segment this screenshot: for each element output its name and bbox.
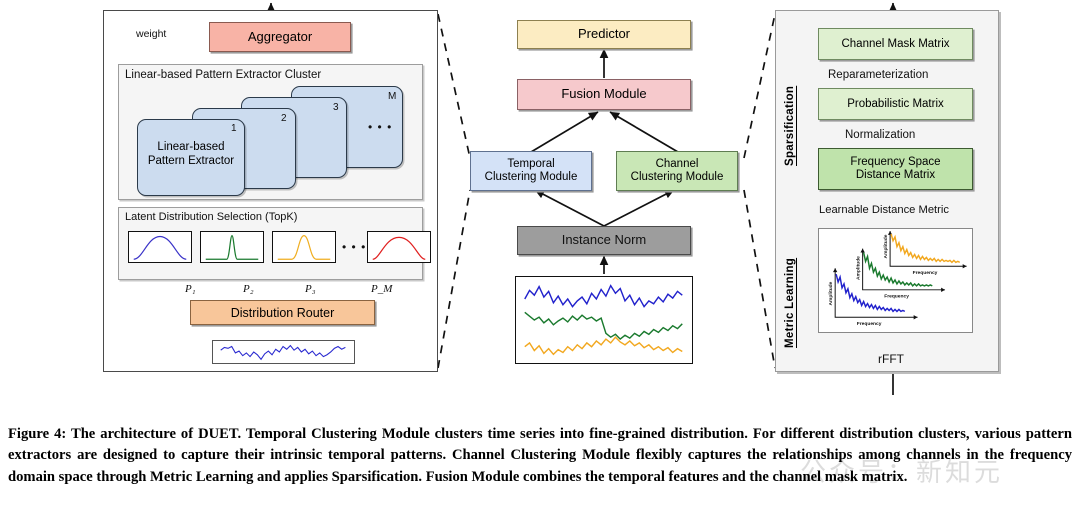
channel-label-line1: Channel (655, 158, 699, 171)
channel-label-line2: Clustering Module (630, 171, 724, 183)
extractor-label-line2: Pattern Extractor (147, 155, 235, 168)
sparsification-group-label: Sparsification (784, 85, 796, 166)
card-number-1: 1 (231, 123, 237, 134)
metric-learning-group-label: Metric Learning (784, 257, 796, 348)
green-ylabel: Amplitude (856, 256, 862, 280)
input-timeseries-blue (220, 344, 346, 361)
prob-label-M: P_M (371, 283, 393, 295)
spectrum-orange-group: Amplitude Frequency (883, 230, 967, 276)
instance-norm-box[interactable]: Instance Norm (517, 226, 691, 255)
frequency-spectra-box: Amplitude Frequency Amplitude Frequency … (818, 228, 973, 333)
gaussian-wide-blue (133, 235, 187, 260)
distribution-plot-3 (272, 231, 336, 263)
distribution-plot-M (367, 231, 431, 263)
blue-xlabel: Frequency (857, 321, 882, 327)
extractor-label-line1: Linear-based (157, 141, 225, 153)
card-number-M: M (388, 91, 397, 102)
distribution-plot-2 (200, 231, 264, 263)
frequency-space-distance-matrix-box[interactable]: Frequency Space Distance Matrix (818, 148, 973, 190)
freq-label-line2: Distance Matrix (855, 169, 936, 181)
rfft-label: rFFT (878, 352, 904, 366)
normalization-label: Normalization (845, 129, 916, 141)
prob-label-2: P₂ (243, 283, 254, 295)
probabilistic-matrix-box[interactable]: Probabilistic Matrix (818, 88, 973, 120)
prob-label-1: P₁ (185, 283, 196, 295)
card-number-2: 2 (281, 113, 287, 124)
figure-4-duet-architecture: Aggregator weight Linear-based Pattern E… (0, 0, 1080, 522)
distribution-ellipsis: • • • (342, 240, 367, 254)
orange-xlabel: Frequency (913, 270, 938, 276)
temporal-label-line2: Clustering Module (484, 171, 578, 183)
gaussian-medium-orange (277, 235, 331, 260)
pattern-extractor-label: Linear-based Pattern Extractor (137, 140, 245, 169)
figure-caption: Figure 4: The architecture of DUET. Temp… (8, 426, 1072, 485)
channel-clustering-module-box[interactable]: Channel Clustering Module (616, 151, 738, 191)
card-ellipsis: • • • (368, 120, 393, 134)
predictor-box[interactable]: Predictor (517, 20, 691, 49)
series-orange (524, 336, 683, 356)
learnable-distance-metric-label: Learnable Distance Metric (819, 204, 949, 216)
frequency-spectra-plots: Amplitude Frequency Amplitude Frequency … (828, 230, 967, 327)
distribution-plot-1 (128, 231, 192, 263)
temporal-clustering-module-box[interactable]: Temporal Clustering Module (470, 151, 592, 191)
card-number-3: 3 (333, 102, 339, 113)
gaussian-verywide-red (372, 236, 426, 260)
temporal-label-line1: Temporal (507, 158, 555, 171)
blue-ylabel: Amplitude (828, 281, 834, 305)
green-xlabel: Frequency (884, 294, 909, 300)
aggregator-box[interactable]: Aggregator (209, 22, 351, 52)
orange-ylabel: Amplitude (883, 234, 889, 258)
channel-mask-matrix-box[interactable]: Channel Mask Matrix (818, 28, 973, 60)
prob-label-3: P₃ (305, 283, 316, 295)
distribution-router-box[interactable]: Distribution Router (190, 300, 375, 325)
latent-distribution-title: Latent Distribution Selection (TopK) (125, 211, 298, 223)
series-blue (524, 284, 683, 308)
weight-label: weight (133, 28, 170, 40)
reparameterization-label: Reparameterization (828, 69, 929, 81)
series-green (524, 311, 683, 341)
cluster-title: Linear-based Pattern Extractor Cluster (125, 69, 322, 81)
router-input-series-box (212, 340, 355, 364)
freq-label-line1: Frequency Space (850, 156, 941, 169)
fusion-module-box[interactable]: Fusion Module (517, 79, 691, 110)
multivariate-timeseries (524, 284, 683, 356)
gaussian-narrow-green (205, 235, 259, 260)
input-multivariate-series-box (515, 276, 693, 364)
